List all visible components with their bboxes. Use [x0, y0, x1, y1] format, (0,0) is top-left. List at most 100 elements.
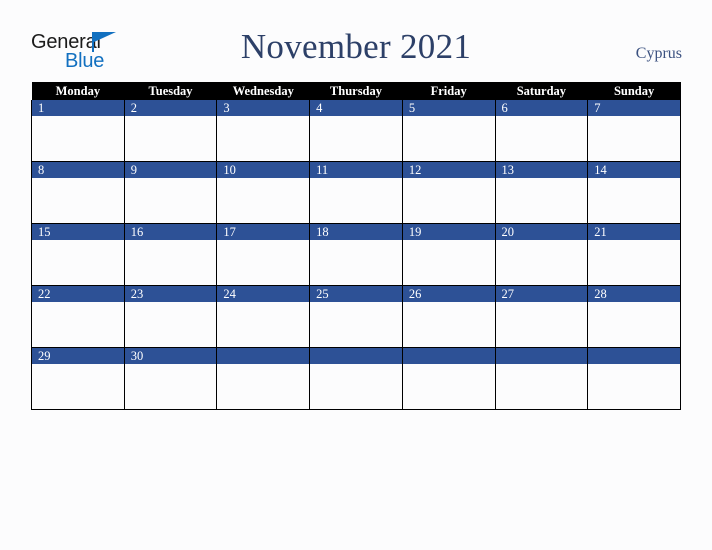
calendar-day-cell[interactable]: 16: [123, 223, 218, 286]
day-note-area[interactable]: [403, 364, 495, 408]
calendar-day-cell-empty[interactable]: [216, 347, 311, 410]
calendar-day-cell[interactable]: 3: [216, 100, 311, 162]
weekday-header-row: Monday Tuesday Wednesday Thursday Friday…: [31, 82, 681, 100]
day-note-area[interactable]: [403, 302, 495, 346]
day-number: [402, 348, 495, 364]
weekday-header-sunday: Sunday: [587, 82, 681, 100]
day-note-area[interactable]: [496, 364, 588, 408]
day-note-area[interactable]: [32, 240, 124, 284]
day-number: 26: [402, 286, 495, 302]
page-title: November 2021: [240, 27, 472, 66]
day-note-area[interactable]: [32, 178, 124, 222]
day-note-area[interactable]: [588, 364, 680, 408]
day-number: 15: [32, 224, 124, 240]
day-note-area[interactable]: [217, 364, 309, 408]
calendar-day-cell[interactable]: 28: [587, 285, 681, 348]
day-note-area[interactable]: [310, 240, 402, 284]
day-number: 21: [588, 224, 680, 240]
day-note-area[interactable]: [310, 364, 402, 408]
calendar-day-cell[interactable]: 20: [494, 223, 589, 286]
day-note-area[interactable]: [32, 364, 124, 408]
day-note-area[interactable]: [496, 240, 588, 284]
calendar-day-cell[interactable]: 12: [401, 161, 496, 224]
calendar-day-cell[interactable]: 14: [587, 161, 681, 224]
day-number: 18: [310, 224, 402, 240]
calendar-day-cell[interactable]: 26: [401, 285, 496, 348]
weekday-header-monday: Monday: [31, 82, 125, 100]
day-note-area[interactable]: [217, 240, 309, 284]
calendar-day-cell[interactable]: 1: [31, 100, 125, 162]
calendar-day-cell[interactable]: 6: [494, 100, 589, 162]
day-number: 13: [495, 162, 588, 178]
day-number: 29: [32, 348, 124, 364]
day-number: 11: [310, 162, 402, 178]
day-number: [310, 348, 402, 364]
day-note-area[interactable]: [310, 302, 402, 346]
calendar-week-row: 15 16 17 18 19 20 21: [31, 223, 681, 286]
day-note-area[interactable]: [588, 302, 680, 346]
calendar-day-cell[interactable]: 17: [216, 223, 311, 286]
day-note-area[interactable]: [125, 364, 217, 408]
calendar-day-cell-empty[interactable]: [494, 347, 589, 410]
calendar-day-cell-empty[interactable]: [587, 347, 681, 410]
day-note-area[interactable]: [403, 116, 495, 160]
day-note-area[interactable]: [403, 240, 495, 284]
calendar-day-cell[interactable]: 24: [216, 285, 311, 348]
day-note-area[interactable]: [588, 178, 680, 222]
calendar-day-cell[interactable]: 9: [123, 161, 218, 224]
day-number: 7: [588, 100, 680, 116]
day-note-area[interactable]: [32, 116, 124, 160]
calendar-day-cell[interactable]: 10: [216, 161, 311, 224]
calendar-day-cell[interactable]: 25: [309, 285, 403, 348]
day-note-area[interactable]: [496, 302, 588, 346]
calendar-day-cell[interactable]: 7: [587, 100, 681, 162]
calendar-day-cell[interactable]: 22: [31, 285, 125, 348]
day-number: 23: [124, 286, 217, 302]
calendar-week-row: 8 9 10 11 12 13 14: [31, 161, 681, 224]
day-note-area[interactable]: [588, 116, 680, 160]
calendar-day-cell[interactable]: 11: [309, 161, 403, 224]
weekday-header-tuesday: Tuesday: [124, 82, 217, 100]
day-note-area[interactable]: [32, 302, 124, 346]
day-note-area[interactable]: [310, 178, 402, 222]
day-number: 2: [124, 100, 217, 116]
day-note-area[interactable]: [125, 116, 217, 160]
calendar-day-cell-empty[interactable]: [309, 347, 403, 410]
day-number: 8: [32, 162, 124, 178]
day-number: 27: [495, 286, 588, 302]
day-number: 19: [402, 224, 495, 240]
calendar-day-cell[interactable]: 21: [587, 223, 681, 286]
day-number: [217, 348, 310, 364]
day-note-area[interactable]: [217, 116, 309, 160]
day-note-area[interactable]: [496, 178, 588, 222]
day-note-area[interactable]: [125, 240, 217, 284]
day-note-area[interactable]: [310, 116, 402, 160]
calendar-day-cell[interactable]: 2: [123, 100, 218, 162]
calendar-day-cell[interactable]: 5: [401, 100, 496, 162]
calendar-day-cell[interactable]: 8: [31, 161, 125, 224]
day-note-area[interactable]: [217, 178, 309, 222]
calendar-day-cell[interactable]: 13: [494, 161, 589, 224]
day-number: 6: [495, 100, 588, 116]
calendar-day-cell-empty[interactable]: [401, 347, 496, 410]
calendar-day-cell[interactable]: 19: [401, 223, 496, 286]
country-label: Cyprus: [635, 45, 682, 62]
day-number: [588, 348, 680, 364]
day-note-area[interactable]: [125, 302, 217, 346]
calendar-day-cell[interactable]: 29: [31, 347, 125, 410]
day-number: 12: [402, 162, 495, 178]
day-number: 3: [217, 100, 310, 116]
calendar-day-cell[interactable]: 30: [123, 347, 218, 410]
day-note-area[interactable]: [496, 116, 588, 160]
day-number: 5: [402, 100, 495, 116]
calendar-day-cell[interactable]: 23: [123, 285, 218, 348]
day-note-area[interactable]: [217, 302, 309, 346]
calendar-day-cell[interactable]: 18: [309, 223, 403, 286]
day-note-area[interactable]: [588, 240, 680, 284]
calendar-day-cell[interactable]: 4: [309, 100, 403, 162]
calendar-day-cell[interactable]: 15: [31, 223, 125, 286]
day-note-area[interactable]: [125, 178, 217, 222]
day-number: 4: [310, 100, 402, 116]
day-note-area[interactable]: [403, 178, 495, 222]
calendar-day-cell[interactable]: 27: [494, 285, 589, 348]
